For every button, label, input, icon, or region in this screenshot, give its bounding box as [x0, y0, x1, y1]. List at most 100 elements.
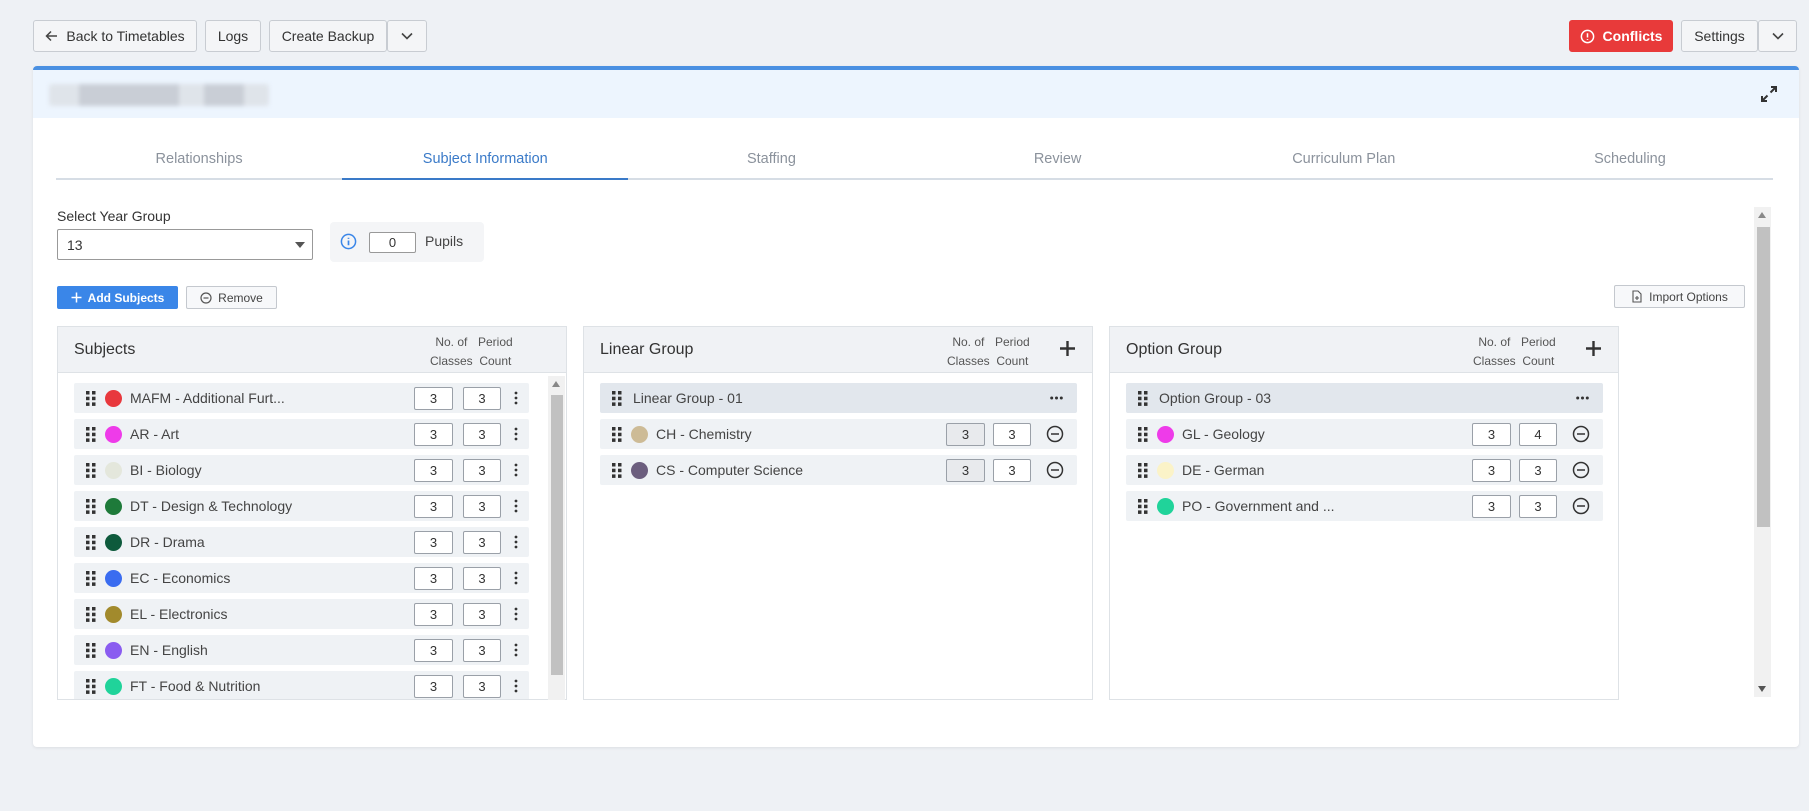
period-count-input[interactable]: 3 [463, 459, 501, 482]
period-count-input[interactable]: 3 [463, 567, 501, 590]
tab-review[interactable]: Review [915, 143, 1201, 178]
period-count-input[interactable]: 3 [463, 531, 501, 554]
subject-row[interactable]: EN - English 3 3 [74, 635, 529, 665]
period-count-input[interactable]: 3 [993, 423, 1031, 446]
create-backup-button[interactable]: Create Backup [269, 20, 387, 52]
subject-row[interactable]: PO - Government and ... 3 3 [1126, 491, 1603, 521]
more-vertical-icon[interactable] [514, 679, 518, 693]
back-to-timetables-button[interactable]: Back to Timetables [33, 20, 197, 52]
subject-row[interactable]: EC - Economics 3 3 [74, 563, 529, 593]
more-vertical-icon[interactable] [514, 535, 518, 549]
drag-handle-icon[interactable] [86, 643, 96, 658]
classes-input[interactable]: 3 [414, 675, 453, 698]
tab-scheduling[interactable]: Scheduling [1487, 143, 1773, 178]
drag-handle-icon[interactable] [612, 463, 622, 478]
backup-dropdown-button[interactable] [387, 20, 427, 52]
drag-handle-icon[interactable] [86, 499, 96, 514]
tab-relationships[interactable]: Relationships [56, 143, 342, 178]
import-options-button[interactable]: Import Options [1614, 285, 1745, 308]
subject-row[interactable]: BI - Biology 3 3 [74, 455, 529, 485]
more-horizontal-icon[interactable] [1576, 396, 1589, 400]
expand-icon[interactable] [1759, 84, 1779, 104]
drag-handle-icon[interactable] [1138, 391, 1148, 406]
scroll-up-icon[interactable] [1758, 212, 1766, 218]
more-vertical-icon[interactable] [514, 391, 518, 405]
option-group-row[interactable]: Option Group - 03 [1126, 383, 1603, 413]
conflicts-button[interactable]: Conflicts [1569, 20, 1673, 52]
page-scrollbar[interactable] [1754, 207, 1771, 697]
drag-handle-icon[interactable] [86, 571, 96, 586]
more-vertical-icon[interactable] [514, 427, 518, 441]
drag-handle-icon[interactable] [612, 391, 622, 406]
drag-handle-icon[interactable] [86, 607, 96, 622]
period-count-input[interactable]: 3 [463, 603, 501, 626]
more-vertical-icon[interactable] [514, 499, 518, 513]
logs-button[interactable]: Logs [205, 20, 261, 52]
more-vertical-icon[interactable] [514, 571, 518, 585]
classes-input[interactable]: 3 [1472, 495, 1511, 518]
pupils-input[interactable]: 0 [369, 232, 416, 253]
period-count-input[interactable]: 3 [463, 495, 501, 518]
classes-input[interactable]: 3 [414, 459, 453, 482]
more-vertical-icon[interactable] [514, 643, 518, 657]
info-icon[interactable] [340, 233, 357, 250]
classes-input[interactable]: 3 [414, 603, 453, 626]
remove-circle-icon[interactable] [1572, 497, 1590, 515]
classes-input[interactable]: 3 [1472, 423, 1511, 446]
subject-row[interactable]: AR - Art 3 3 [74, 419, 529, 449]
classes-input[interactable]: 3 [414, 495, 453, 518]
drag-handle-icon[interactable] [86, 535, 96, 550]
subjects-scrollbar[interactable] [548, 376, 565, 700]
settings-button[interactable]: Settings [1681, 20, 1758, 52]
period-count-input[interactable]: 3 [993, 459, 1031, 482]
subject-row[interactable]: DR - Drama 3 3 [74, 527, 529, 557]
year-group-select[interactable]: 13 [57, 229, 313, 260]
drag-handle-icon[interactable] [1138, 427, 1148, 442]
classes-input[interactable]: 3 [946, 459, 985, 482]
settings-dropdown-button[interactable] [1758, 20, 1797, 52]
tab-curriculum-plan[interactable]: Curriculum Plan [1201, 143, 1487, 178]
classes-input[interactable]: 3 [414, 387, 453, 410]
scroll-down-icon[interactable] [1758, 686, 1766, 692]
scroll-thumb[interactable] [551, 395, 563, 675]
drag-handle-icon[interactable] [86, 427, 96, 442]
subject-row[interactable]: CS - Computer Science 3 3 [600, 455, 1077, 485]
classes-input[interactable]: 3 [414, 567, 453, 590]
scroll-up-icon[interactable] [552, 381, 560, 387]
remove-circle-icon[interactable] [1572, 461, 1590, 479]
subject-row[interactable]: CH - Chemistry 3 3 [600, 419, 1077, 449]
period-count-input[interactable]: 3 [1519, 495, 1557, 518]
tab-subject-information[interactable]: Subject Information [342, 143, 629, 180]
period-count-input[interactable]: 3 [463, 387, 501, 410]
period-count-input[interactable]: 3 [463, 675, 501, 698]
subject-row[interactable]: MAFM - Additional Furt... 3 3 [74, 383, 529, 413]
tab-staffing[interactable]: Staffing [628, 143, 914, 178]
classes-input[interactable]: 3 [414, 423, 453, 446]
remove-circle-icon[interactable] [1572, 425, 1590, 443]
add-subjects-button[interactable]: Add Subjects [57, 286, 178, 309]
remove-circle-icon[interactable] [1046, 461, 1064, 479]
drag-handle-icon[interactable] [612, 427, 622, 442]
classes-input[interactable]: 3 [946, 423, 985, 446]
subject-row[interactable]: GL - Geology 3 4 [1126, 419, 1603, 449]
subject-row[interactable]: EL - Electronics 3 3 [74, 599, 529, 629]
add-linear-group-icon[interactable] [1059, 340, 1076, 357]
drag-handle-icon[interactable] [86, 679, 96, 694]
period-count-input[interactable]: 3 [463, 423, 501, 446]
scroll-thumb[interactable] [1757, 227, 1770, 527]
period-count-input[interactable]: 4 [1519, 423, 1557, 446]
period-count-input[interactable]: 3 [1519, 459, 1557, 482]
more-vertical-icon[interactable] [514, 463, 518, 477]
drag-handle-icon[interactable] [86, 463, 96, 478]
subject-row[interactable]: DT - Design & Technology 3 3 [74, 491, 529, 521]
drag-handle-icon[interactable] [1138, 499, 1148, 514]
remove-button[interactable]: Remove [186, 286, 277, 309]
more-horizontal-icon[interactable] [1050, 396, 1063, 400]
classes-input[interactable]: 3 [1472, 459, 1511, 482]
linear-group-row[interactable]: Linear Group - 01 [600, 383, 1077, 413]
subject-row[interactable]: FT - Food & Nutrition 3 3 [74, 671, 529, 699]
more-vertical-icon[interactable] [514, 607, 518, 621]
add-option-group-icon[interactable] [1585, 340, 1602, 357]
period-count-input[interactable]: 3 [463, 639, 501, 662]
drag-handle-icon[interactable] [86, 391, 96, 406]
